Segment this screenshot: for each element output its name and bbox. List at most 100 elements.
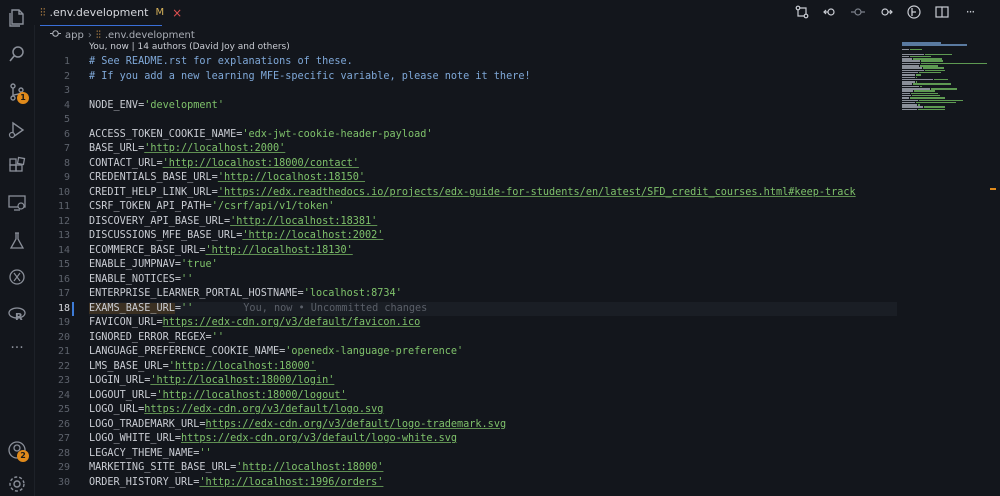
explorer-icon[interactable] <box>5 6 29 30</box>
git-commit-icon <box>50 28 61 42</box>
code-line[interactable]: ENTERPRISE_LEARNER_PORTAL_HOSTNAME='loca… <box>89 287 897 302</box>
minimap-line <box>919 99 964 101</box>
env-key: ORDER_HISTORY_URL <box>89 476 194 488</box>
code-line[interactable]: ECOMMERCE_BASE_URL='http://localhost:181… <box>89 244 897 259</box>
run-debug-icon[interactable] <box>5 118 29 142</box>
compare-changes-icon[interactable] <box>794 4 810 20</box>
code-line[interactable]: ORDER_HISTORY_URL='http://localhost:1996… <box>89 476 897 491</box>
code-line[interactable]: MARKETING_SITE_BASE_URL='http://localhos… <box>89 461 897 476</box>
r-language-icon[interactable]: R <box>5 302 29 326</box>
env-key: ENTERPRISE_LEARNER_PORTAL_HOSTNAME <box>89 288 298 299</box>
code-line[interactable]: CSRF_TOKEN_API_PATH='/csrf/api/v1/token' <box>89 200 897 215</box>
code-line[interactable]: LOGIN_URL='http://localhost:18000/login' <box>89 374 897 389</box>
code-line[interactable]: ENABLE_JUMPNAV='true' <box>89 258 897 273</box>
line-number: 24 <box>57 389 70 401</box>
env-value-link[interactable]: https://edx-cdn.org/v3/default/logo.svg <box>144 404 383 415</box>
env-value-link[interactable]: 'http://localhost:18000/contact' <box>163 158 359 169</box>
env-key: ENABLE_NOTICES <box>89 273 175 285</box>
code-line[interactable]: LMS_BASE_URL='http://localhost:18000' <box>89 360 897 375</box>
toggle-blame-icon[interactable] <box>906 4 922 20</box>
code-line[interactable]: EXAMS_BASE_URL='' You, now • Uncommitted … <box>89 301 897 316</box>
code-line[interactable]: LEGACY_THEME_NAME='' <box>89 447 897 462</box>
code-line[interactable]: IGNORED_ERROR_REGEX='' <box>89 331 897 346</box>
close-tab-icon[interactable]: × <box>172 6 182 20</box>
line-number: 23 <box>57 375 70 386</box>
code-line[interactable]: DISCOVERY_API_BASE_URL='http://localhost… <box>89 215 897 230</box>
split-editor-icon[interactable] <box>934 4 950 20</box>
env-value-link[interactable]: https://edx-cdn.org/v3/default/favicon.i… <box>163 317 421 328</box>
minimap-line <box>912 83 951 85</box>
env-value: '' <box>181 302 194 314</box>
extensions-icon[interactable] <box>5 154 29 178</box>
code-line[interactable]: CREDIT_HELP_LINK_URL='https://edx.readth… <box>89 186 897 201</box>
minimap-line <box>921 60 943 62</box>
testing-flask-icon[interactable] <box>5 229 29 253</box>
env-key: LOGOUT_URL <box>89 389 151 401</box>
more-icon[interactable]: ··· <box>5 336 29 360</box>
code-line[interactable]: LOGOUT_URL='http://localhost:18000/logou… <box>89 389 897 404</box>
minimap-line <box>921 62 987 65</box>
line-number: 5 <box>63 114 70 125</box>
docker-icon[interactable] <box>5 265 29 289</box>
env-value-link[interactable]: 'http://localhost:18000' <box>169 361 316 372</box>
code-line[interactable]: NODE_ENV='development' <box>89 99 897 114</box>
more-actions-icon[interactable]: ··· <box>962 4 978 20</box>
code-line[interactable]: FAVICON_URL=https://edx-cdn.org/v3/defau… <box>89 316 897 331</box>
go-forward-icon[interactable] <box>878 4 894 20</box>
code-editor[interactable]: # See README.rst for explanations of the… <box>89 55 897 490</box>
minimap[interactable] <box>898 42 990 122</box>
env-value-link[interactable]: https://edx-cdn.org/v3/default/logo-trad… <box>206 419 507 430</box>
minimap-line <box>913 90 936 92</box>
code-line[interactable]: ACCESS_TOKEN_COOKIE_NAME='edx-jwt-cookie… <box>89 128 897 143</box>
line-number: 14 <box>57 244 70 256</box>
code-line[interactable]: LOGO_WHITE_URL=https://edx-cdn.org/v3/de… <box>89 432 897 447</box>
env-value: 'openedx-language-preference' <box>285 346 464 357</box>
code-line[interactable]: DISCUSSIONS_MFE_BASE_URL='http://localho… <box>89 229 897 244</box>
line-number: 29 <box>57 462 70 473</box>
code-line[interactable]: CONTACT_URL='http://localhost:18000/cont… <box>89 157 897 172</box>
code-line[interactable] <box>89 113 897 128</box>
code-line[interactable]: LOGO_URL=https://edx-cdn.org/v3/default/… <box>89 403 897 418</box>
code-line[interactable]: CREDENTIALS_BASE_URL='http://localhost:1… <box>89 171 897 186</box>
code-line[interactable]: BASE_URL='http://localhost:2000' <box>89 142 897 157</box>
vertical-scrollbar[interactable] <box>990 42 1000 496</box>
minimap-line <box>902 74 915 76</box>
code-line[interactable]: ENABLE_NOTICES='' <box>89 273 897 288</box>
tab-filename: .env.development <box>49 6 149 19</box>
env-value-link[interactable]: 'http://localhost:18000/login' <box>150 375 334 386</box>
code-line[interactable]: # See README.rst for explanations of the… <box>89 55 897 70</box>
line-number: 16 <box>57 273 70 285</box>
go-back-icon[interactable] <box>822 4 838 20</box>
env-value-link[interactable]: 'http://localhost:2000' <box>144 143 285 154</box>
code-line[interactable] <box>89 84 897 99</box>
timeline-icon[interactable] <box>850 4 866 20</box>
env-value-link[interactable]: 'http://localhost:18150' <box>218 172 365 183</box>
line-number: 18 <box>57 302 70 314</box>
code-line[interactable]: LANGUAGE_PREFERENCE_COOKIE_NAME='openedx… <box>89 345 897 360</box>
env-key: CREDIT_HELP_LINK_URL <box>89 186 212 198</box>
env-value-link[interactable]: 'http://localhost:18000' <box>236 462 383 473</box>
breadcrumb-folder[interactable]: app <box>65 30 84 41</box>
env-value-link[interactable]: 'http://localhost:1996/orders' <box>199 477 383 488</box>
env-value-link[interactable]: https://edx-cdn.org/v3/default/logo-whit… <box>181 433 457 444</box>
minimap-line <box>902 101 915 104</box>
env-value-link[interactable]: 'http://localhost:18000/logout' <box>156 390 346 401</box>
remote-explorer-icon[interactable] <box>5 191 29 215</box>
search-icon[interactable] <box>5 42 29 66</box>
blame-codelens[interactable]: You, now | 14 authors (David Joy and oth… <box>89 42 290 52</box>
env-value-link[interactable]: 'http://localhost:18381' <box>230 216 377 227</box>
env-value-link[interactable]: 'http://localhost:18130' <box>206 245 353 256</box>
line-number: 20 <box>57 331 70 343</box>
env-key: NODE_ENV <box>89 99 139 111</box>
env-value-link[interactable]: 'https://edx.readthedocs.io/projects/edx… <box>218 187 856 198</box>
tab-env-development[interactable]: ⫶⫶ .env.development M × <box>40 0 182 26</box>
settings-sliders-icon: ⫶⫶ <box>95 29 101 41</box>
code-line[interactable]: # If you add a new learning MFE-specific… <box>89 70 897 85</box>
env-value-link[interactable]: 'http://localhost:2002' <box>242 230 383 241</box>
line-number: 11 <box>57 201 70 212</box>
line-number: 30 <box>57 476 70 488</box>
env-key: LOGO_URL <box>89 404 139 415</box>
settings-gear-icon[interactable] <box>5 472 29 496</box>
code-line[interactable]: LOGO_TRADEMARK_URL=https://edx-cdn.org/v… <box>89 418 897 433</box>
breadcrumb-file[interactable]: .env.development <box>105 30 195 41</box>
